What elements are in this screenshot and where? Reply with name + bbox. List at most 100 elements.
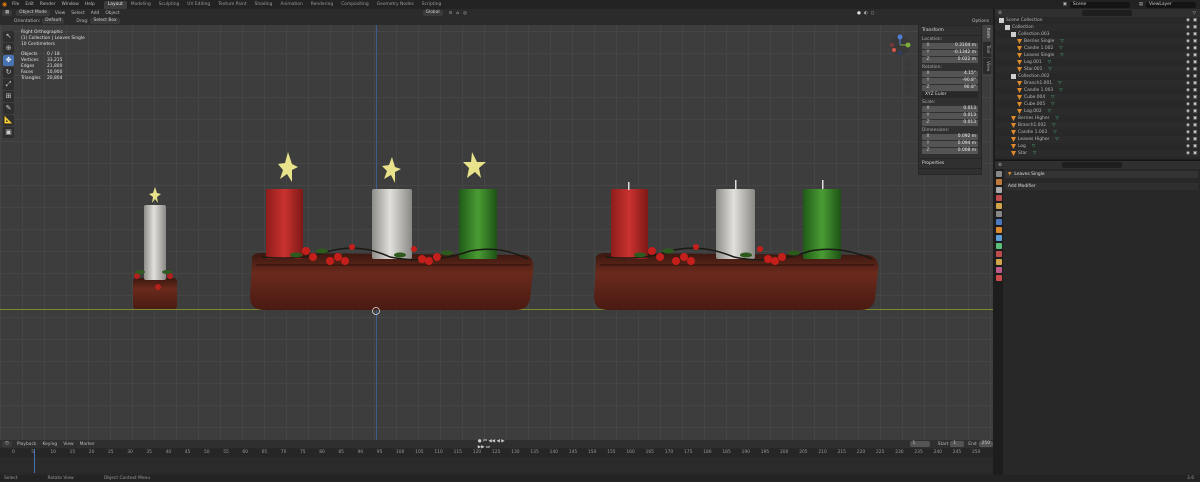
properties-search[interactable]	[1061, 162, 1122, 168]
visibility-eye-icon[interactable]: ◉	[1186, 38, 1190, 45]
visibility-eye-icon[interactable]: ◉	[1186, 80, 1190, 87]
render-camera-icon[interactable]: ▣	[1193, 136, 1197, 143]
render-camera-icon[interactable]: ▣	[1193, 52, 1197, 59]
tab-scripting[interactable]: Scripting	[418, 1, 446, 9]
n-tab-view[interactable]: View	[983, 57, 991, 74]
visibility-eye-icon[interactable]: ◉	[1186, 17, 1190, 24]
visibility-eye-icon[interactable]: ◉	[1186, 101, 1190, 108]
render-camera-icon[interactable]: ▣	[1193, 73, 1197, 80]
properties-tab-icon[interactable]	[996, 171, 1002, 177]
properties-tab-icon[interactable]	[996, 227, 1002, 233]
view-layer-field[interactable]: ViewLayer	[1146, 1, 1196, 8]
scale-x-field[interactable]: X 0.013	[922, 106, 978, 112]
outliner-row[interactable]: Log.002 ▽ ◉ ▣	[995, 108, 1200, 115]
visibility-eye-icon[interactable]: ◉	[1186, 73, 1190, 80]
orientation-default-select[interactable]: Default	[42, 18, 65, 24]
properties-tab-icon[interactable]	[996, 211, 1002, 217]
render-camera-icon[interactable]: ▣	[1193, 150, 1197, 157]
dimension-x-field[interactable]: X 0.092 m	[922, 134, 978, 140]
single-candle-group[interactable]	[133, 187, 177, 309]
pivot-icon[interactable]: ⊙	[449, 11, 453, 16]
transform-section-title[interactable]: Transform	[919, 26, 981, 36]
timeline-menu-playback[interactable]: Playback	[14, 440, 40, 449]
properties-tab-icon[interactable]	[996, 179, 1002, 185]
render-camera-icon[interactable]: ▣	[1193, 66, 1197, 73]
properties-section-title[interactable]: Properties	[919, 158, 981, 169]
3d-viewport[interactable]: ↖ ⊕ ✥ ↻ ⤢ ⊞ ✎ 📐 ▣ Right Orthographic (1)…	[0, 25, 993, 440]
visibility-eye-icon[interactable]: ◉	[1186, 66, 1190, 73]
rotation-x-field[interactable]: X 4.15°	[922, 71, 978, 77]
render-camera-icon[interactable]: ▣	[1193, 45, 1197, 52]
move-tool-icon[interactable]: ✥	[3, 55, 14, 66]
scene-field[interactable]: Scene	[1069, 1, 1130, 8]
end-field[interactable]: 250	[978, 441, 993, 447]
render-camera-icon[interactable]: ▣	[1193, 31, 1197, 38]
timeline-menu-view[interactable]: View	[60, 440, 76, 449]
shading-solid-icon[interactable]: ●	[857, 11, 861, 16]
tab-geometry-nodes[interactable]: Geometry Nodes	[373, 1, 418, 9]
tab-layout[interactable]: Layout	[103, 0, 127, 9]
visibility-eye-icon[interactable]: ◉	[1186, 94, 1190, 101]
navigation-gizmo[interactable]	[882, 33, 918, 103]
dimension-z-field[interactable]: Z 0.008 m	[922, 148, 978, 154]
render-camera-icon[interactable]: ▣	[1193, 80, 1197, 87]
menu-file[interactable]: File	[9, 0, 22, 9]
menu-edit[interactable]: Edit	[22, 0, 37, 9]
log-group-1[interactable]	[250, 152, 534, 310]
location-y-field[interactable]: Y -0.1342 m	[922, 50, 978, 56]
visibility-eye-icon[interactable]: ◉	[1186, 52, 1190, 59]
location-x-field[interactable]: X 0.3104 m	[922, 43, 978, 49]
properties-tab-icon[interactable]	[996, 219, 1002, 225]
outliner-row[interactable]: Branch1.002 ▽ ◉ ▣	[995, 122, 1200, 129]
options-button[interactable]: Options	[972, 19, 989, 24]
rotation-mode-select[interactable]: XYZ Euler	[922, 92, 978, 98]
add-modifier-button[interactable]: Add Modifier	[1008, 184, 1036, 189]
outliner-row[interactable]: Berries Higher ▽ ◉ ▣	[995, 115, 1200, 122]
outliner-row[interactable]: Star.001 ▽ ◉ ▣	[995, 66, 1200, 73]
outliner-row[interactable]: Leaves Single ▽ ◉ ▣	[995, 52, 1200, 59]
render-camera-icon[interactable]: ▣	[1193, 24, 1197, 31]
start-field[interactable]: 1	[950, 441, 965, 447]
shading-rendered-icon[interactable]: ○	[871, 11, 875, 16]
tab-texture-paint[interactable]: Texture Paint	[214, 1, 250, 9]
scale-tool-icon[interactable]: ⤢	[3, 79, 14, 90]
outliner-row[interactable]: Candle 1.003 ▽ ◉ ▣	[995, 87, 1200, 94]
visibility-eye-icon[interactable]: ◉	[1186, 115, 1190, 122]
visibility-eye-icon[interactable]: ◉	[1186, 24, 1190, 31]
visibility-eye-icon[interactable]: ◉	[1186, 59, 1190, 66]
rotate-tool-icon[interactable]: ↻	[3, 67, 14, 78]
render-camera-icon[interactable]: ▣	[1193, 122, 1197, 129]
filter-icon[interactable]: ▽	[1193, 11, 1196, 16]
tab-modeling[interactable]: Modeling	[127, 1, 155, 9]
properties-tab-icon[interactable]	[996, 243, 1002, 249]
shading-material-icon[interactable]: ◐	[864, 11, 868, 16]
outliner-row[interactable]: Leaves Higher ▽ ◉ ▣	[995, 136, 1200, 143]
visibility-eye-icon[interactable]: ◉	[1186, 143, 1190, 150]
tab-animation[interactable]: Animation	[276, 1, 306, 9]
tab-sculpting[interactable]: Sculpting	[155, 1, 184, 9]
scale-y-field[interactable]: Y 0.013	[922, 113, 978, 119]
outliner-row[interactable]: Collection.003 ◉ ▣	[995, 31, 1200, 38]
outliner-row[interactable]: Scene Collection ◉ ▣	[995, 17, 1200, 24]
properties-tab-icon[interactable]	[996, 187, 1002, 193]
outliner-row[interactable]: Cube.005 ▽ ◉ ▣	[995, 101, 1200, 108]
properties-tab-icon[interactable]	[996, 195, 1002, 201]
outliner-editor-icon[interactable]: ☰	[998, 11, 1002, 16]
add-cube-tool-icon[interactable]: ▣	[3, 127, 14, 138]
annotate-tool-icon[interactable]: ✎	[3, 103, 14, 114]
outliner-row[interactable]: Candle 1.002 ▽ ◉ ▣	[995, 45, 1200, 52]
outliner-row[interactable]: Collection.002 ◉ ▣	[995, 73, 1200, 80]
playhead[interactable]	[34, 449, 35, 473]
render-camera-icon[interactable]: ▣	[1193, 94, 1197, 101]
select-tool-icon[interactable]: ↖	[3, 31, 14, 42]
properties-tab-icon[interactable]	[996, 267, 1002, 273]
render-camera-icon[interactable]: ▣	[1193, 17, 1197, 24]
visibility-eye-icon[interactable]: ◉	[1186, 45, 1190, 52]
visibility-eye-icon[interactable]: ◉	[1186, 129, 1190, 136]
blender-logo-icon[interactable]: ◉	[0, 1, 9, 8]
outliner-row[interactable]: Log.001 ▽ ◉ ▣	[995, 59, 1200, 66]
n-tab-item[interactable]: Item	[983, 25, 991, 41]
outliner-row[interactable]: Cube.004 ▽ ◉ ▣	[995, 94, 1200, 101]
keyframe-area[interactable]	[0, 449, 993, 473]
outliner-search[interactable]	[1081, 10, 1132, 16]
